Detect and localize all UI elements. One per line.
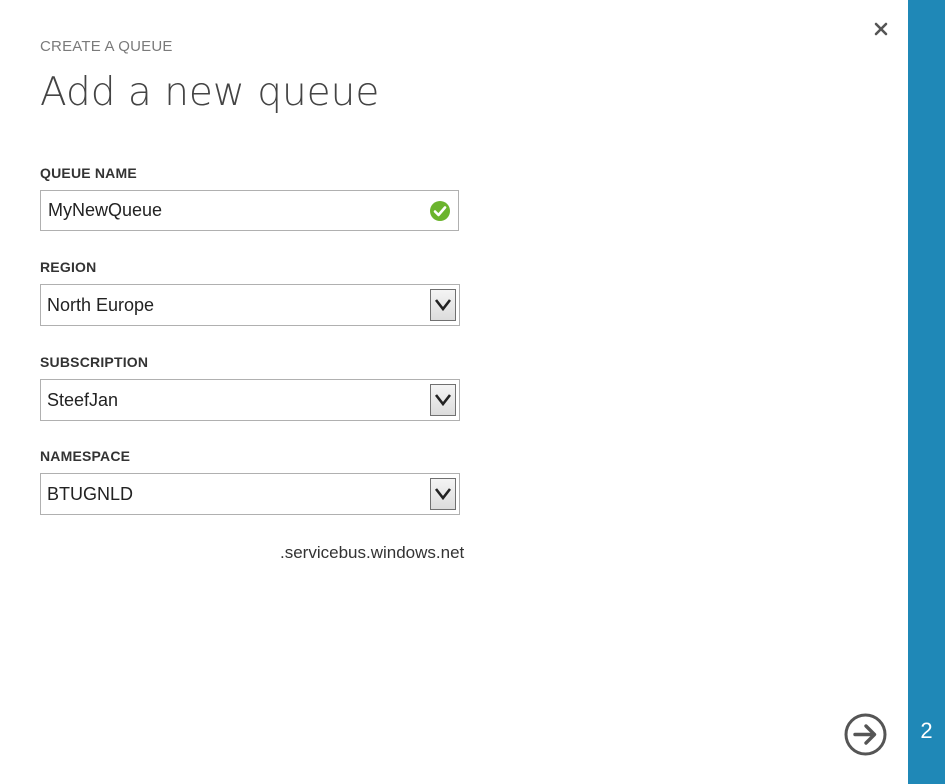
checkmark-circle-icon — [430, 201, 450, 221]
arrow-right-circle-icon — [844, 713, 887, 756]
step-number: 2 — [920, 718, 933, 743]
subscription-select-value: SteefJan — [47, 390, 119, 410]
chevron-down-icon — [434, 488, 452, 501]
queue-name-label: QUEUE NAME — [40, 165, 137, 181]
subscription-label: SUBSCRIPTION — [40, 354, 149, 370]
chevron-down-icon — [434, 394, 452, 407]
namespace-select[interactable]: BTUGNLD — [40, 473, 460, 515]
namespace-label: NAMESPACE — [40, 448, 131, 464]
page-title: Add a new queue — [40, 70, 380, 115]
region-label: REGION — [40, 259, 97, 275]
region-select-value: North Europe — [47, 295, 155, 315]
namespace-dropdown-button[interactable] — [430, 478, 456, 510]
create-queue-dialog: CREATE A QUEUE Add a new queue QUEUE NAM… — [0, 0, 945, 784]
region-select[interactable]: North Europe — [40, 284, 460, 326]
dialog-main-panel: CREATE A QUEUE Add a new queue QUEUE NAM… — [0, 0, 908, 784]
namespace-domain-suffix: .servicebus.windows.net — [280, 543, 465, 562]
region-dropdown-button[interactable] — [430, 289, 456, 321]
queue-name-input[interactable] — [41, 191, 428, 230]
subscription-dropdown-button[interactable] — [430, 384, 456, 416]
wizard-step-rail: 2 — [908, 0, 945, 784]
subscription-select[interactable]: SteefJan — [40, 379, 460, 421]
chevron-down-icon — [434, 299, 452, 312]
queue-name-field — [40, 190, 459, 231]
close-icon — [874, 22, 888, 36]
next-button[interactable] — [843, 712, 888, 757]
close-button[interactable] — [868, 16, 894, 42]
namespace-select-value: BTUGNLD — [47, 484, 134, 504]
dialog-eyebrow: CREATE A QUEUE — [40, 38, 173, 55]
